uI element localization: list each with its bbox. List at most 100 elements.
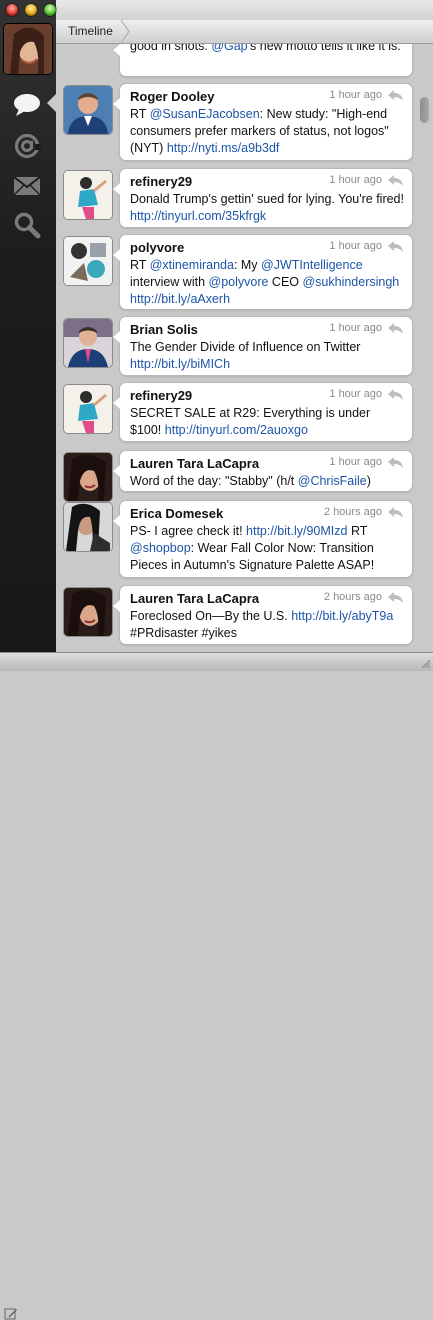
tweet-timestamp: 1 hour ago — [329, 388, 382, 400]
mention-link[interactable]: @shopbop — [130, 541, 191, 555]
tweet-text: good in shots. @Gap's new motto tells it… — [130, 44, 404, 55]
tweet-author[interactable]: refinery29 — [130, 388, 192, 403]
tweet-text-part: ) — [366, 474, 371, 488]
mention-link[interactable]: @polyvore — [209, 275, 269, 289]
tweet-text-part: Word of the day: "Stabby" (h/t — [130, 474, 298, 488]
messages-nav-button[interactable] — [12, 171, 42, 201]
tweet-bubble[interactable]: Brian Solis 1 hour ago The Gender Divide… — [120, 317, 412, 375]
tweet-text: Foreclosed On—By the U.S. http://bit.ly/… — [130, 608, 404, 642]
tweet-bubble[interactable]: Lauren Tara LaCapra 2 hours ago Foreclos… — [120, 586, 412, 644]
timeline-nav-button[interactable] — [12, 90, 42, 120]
status-bar — [0, 652, 433, 1320]
avatar-photo — [64, 503, 112, 551]
tweet-bubble[interactable]: refinery29 1 hour ago SECRET SALE at R29… — [120, 383, 412, 441]
speech-bubble-icon — [14, 94, 40, 116]
tweet-bubble[interactable]: Roger Dooley 1 hour ago RT @SusanEJacobs… — [120, 84, 412, 160]
mentions-nav-button[interactable] — [12, 131, 42, 161]
tweet-text-part: PS- I agree check it! — [130, 524, 247, 538]
timeline-feed[interactable]: good in shots. @Gap's new motto tells it… — [56, 44, 433, 652]
search-nav-button[interactable] — [12, 210, 42, 240]
reply-icon[interactable] — [388, 507, 404, 518]
reply-icon[interactable] — [388, 457, 404, 468]
mention-link[interactable]: @xtinemiranda — [150, 258, 234, 272]
sidebar — [0, 0, 56, 652]
tweet-text: RT @SusanEJacobsen: New study: "High-end… — [130, 106, 404, 157]
avatar[interactable] — [64, 237, 112, 285]
tweet-timestamp: 1 hour ago — [329, 174, 382, 186]
avatar-photo — [64, 319, 112, 367]
tweet-author[interactable]: Lauren Tara LaCapra — [130, 456, 259, 471]
reply-icon[interactable] — [388, 592, 404, 603]
mention-link[interactable]: @sukhindersingh — [302, 275, 399, 289]
minimize-window-button[interactable] — [25, 4, 37, 16]
tweet-timestamp: 1 hour ago — [329, 322, 382, 334]
tweet-text-part: The Gender Divide of Influence on Twitte… — [130, 340, 361, 354]
avatar-photo — [64, 86, 112, 134]
tweet-author[interactable]: polyvore — [130, 240, 184, 255]
tweet-author[interactable]: Lauren Tara LaCapra — [130, 591, 259, 606]
url-link[interactable]: http://nyti.ms/a9b3df — [167, 141, 280, 155]
tweet-bubble[interactable]: refinery29 1 hour ago Donald Trump's get… — [120, 169, 412, 227]
tweet-text: The Gender Divide of Influence on Twitte… — [130, 339, 404, 373]
resize-grip-icon[interactable] — [421, 659, 431, 669]
mention-link[interactable]: @Gap — [211, 44, 247, 53]
tweet-timestamp: 2 hours ago — [323, 506, 382, 518]
tab-timeline[interactable]: Timeline — [56, 20, 125, 43]
tweet-bubble[interactable]: Erica Domesek 2 hours ago PS- I agree ch… — [120, 501, 412, 577]
avatar[interactable] — [64, 385, 112, 433]
avatar-photo — [64, 385, 112, 433]
tweet-text: PS- I agree check it! http://bit.ly/90MI… — [130, 523, 404, 574]
tweet-text-part: RT — [130, 258, 150, 272]
tweet-bubble[interactable]: good in shots. @Gap's new motto tells it… — [120, 44, 412, 76]
magnifier-icon — [14, 212, 41, 239]
avatar[interactable] — [64, 319, 112, 367]
avatar[interactable] — [64, 171, 112, 219]
close-window-button[interactable] — [6, 4, 18, 16]
url-link[interactable]: http://bit.ly/abyT9a — [291, 609, 393, 623]
avatar[interactable] — [64, 453, 112, 501]
avatar[interactable] — [64, 86, 112, 134]
tweet-timestamp: 2 hours ago — [323, 591, 382, 603]
reply-icon[interactable] — [388, 175, 404, 186]
url-link[interactable]: http://bit.ly/90MIzd — [246, 524, 347, 538]
avatar-photo — [64, 237, 112, 285]
window-titlebar — [56, 0, 433, 20]
compose-icon[interactable] — [4, 1307, 18, 1320]
tweet-text-part: : My — [233, 258, 262, 272]
tweet-author[interactable]: Roger Dooley — [130, 89, 215, 104]
mention-link[interactable]: @ChrisFaile — [298, 474, 367, 488]
zoom-window-button[interactable] — [44, 4, 56, 16]
avatar-photo — [64, 171, 112, 219]
tweet-author[interactable]: refinery29 — [130, 174, 192, 189]
url-link[interactable]: http://tinyurl.com/2auoxgo — [165, 423, 308, 437]
avatar-photo — [64, 453, 112, 501]
url-link[interactable]: http://bit.ly/aAxerh — [130, 292, 230, 306]
reply-icon[interactable] — [388, 241, 404, 252]
tweet-timestamp: 1 hour ago — [329, 240, 382, 252]
scrollbar-thumb[interactable] — [420, 97, 429, 123]
reply-icon[interactable] — [388, 323, 404, 334]
tweet-text-part: Foreclosed On—By the U.S. — [130, 609, 292, 623]
avatar[interactable] — [64, 588, 112, 636]
envelope-icon — [13, 176, 41, 196]
mention-link[interactable]: @SusanEJacobsen — [150, 107, 260, 121]
active-tab-indicator — [47, 94, 56, 112]
reply-icon[interactable] — [388, 90, 404, 101]
avatar[interactable] — [64, 503, 112, 551]
tweet-bubble[interactable]: polyvore 1 hour ago RT @xtinemiranda: My… — [120, 235, 412, 309]
tweet-text-part: #PRdisaster #yikes — [130, 626, 237, 640]
tweet-author[interactable]: Erica Domesek — [130, 506, 223, 521]
url-link[interactable]: http://bit.ly/biMICh — [130, 357, 230, 371]
tweet-author[interactable]: Brian Solis — [130, 322, 198, 337]
at-sign-icon — [14, 133, 41, 159]
mention-link[interactable]: @JWTIntelligence — [261, 258, 363, 272]
url-link[interactable]: http://tinyurl.com/35kfrgk — [130, 209, 266, 223]
tweet-bubble[interactable]: Lauren Tara LaCapra 1 hour ago Word of t… — [120, 451, 412, 491]
tweet-text-part: Donald Trump's gettin' sued for lying. Y… — [130, 192, 404, 206]
reply-icon[interactable] — [388, 389, 404, 400]
scrollbar-track[interactable] — [418, 44, 433, 652]
account-avatar[interactable] — [4, 24, 52, 74]
tweet-text-part: interview with — [130, 275, 209, 289]
tweet-text: Word of the day: "Stabby" (h/t @ChrisFai… — [130, 473, 404, 490]
account-avatar-photo — [4, 24, 52, 74]
